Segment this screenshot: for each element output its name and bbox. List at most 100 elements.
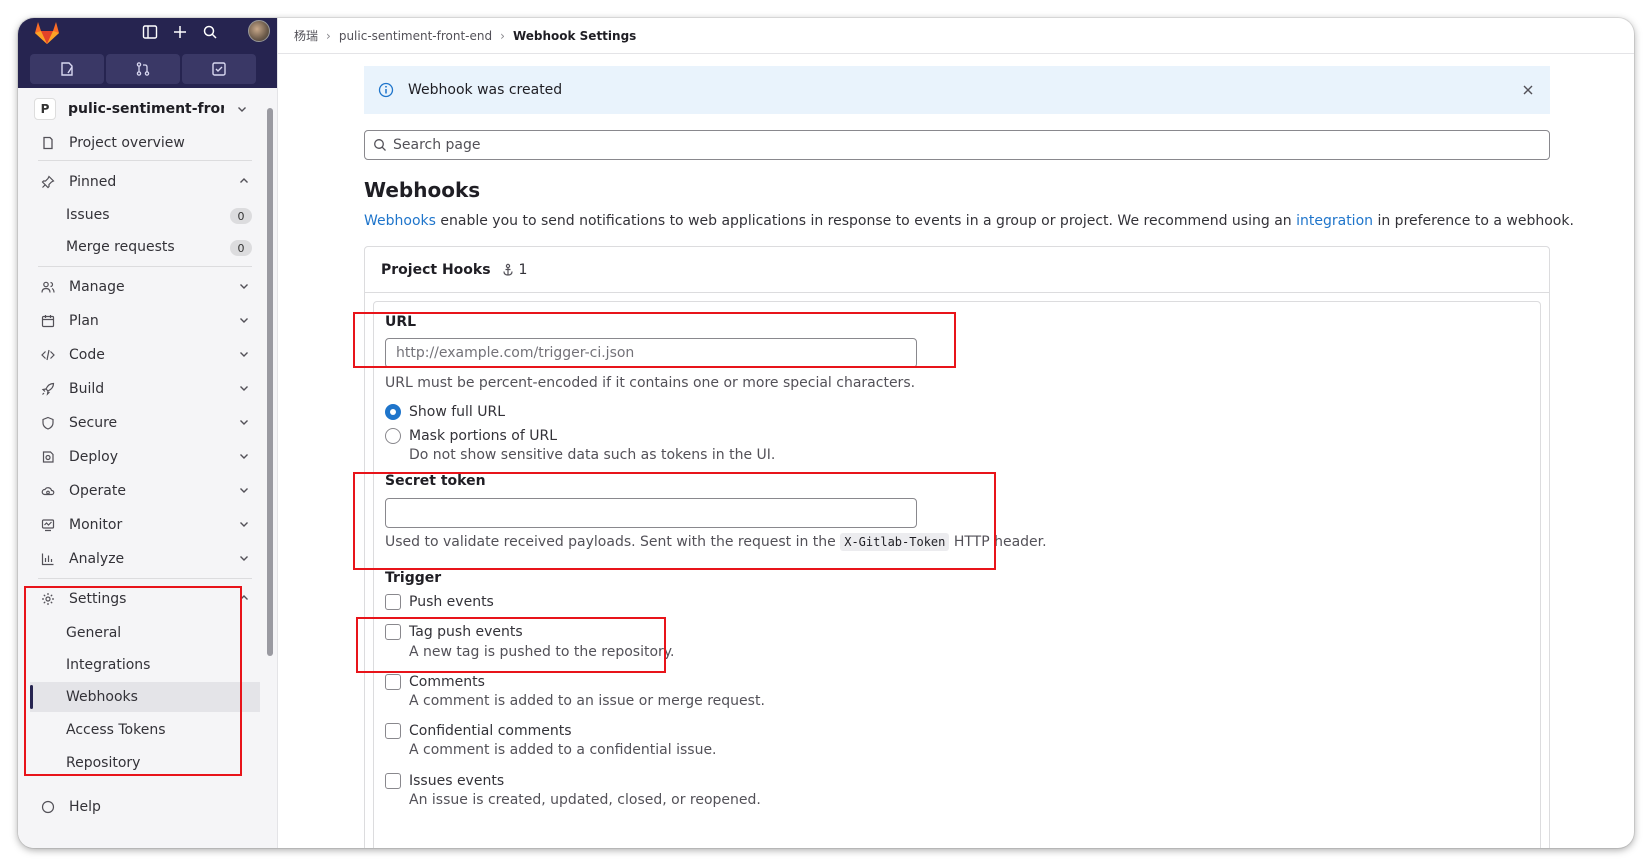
sidebar-item-build[interactable]: Build xyxy=(30,374,260,404)
info-icon xyxy=(378,82,394,98)
sidebar-item-label: Pinned xyxy=(69,174,117,190)
webhooks-docs-link[interactable]: Webhooks xyxy=(364,213,436,229)
count-badge: 0 xyxy=(230,208,252,224)
trigger-label: Push events xyxy=(409,594,494,610)
hook-count: 1 xyxy=(518,261,528,278)
highlight-annotation-settings xyxy=(24,586,242,776)
merge-request-icon xyxy=(136,62,150,76)
todos-shortcut-button[interactable] xyxy=(182,54,256,84)
checkbox[interactable] xyxy=(385,674,401,690)
checkbox[interactable] xyxy=(385,723,401,739)
divider xyxy=(38,266,252,267)
sidebar-item-label: Deploy xyxy=(69,449,119,465)
mask-help-text: Do not show sensitive data such as token… xyxy=(409,447,776,463)
search-icon[interactable] xyxy=(198,20,222,44)
sidebar-item-label: Help xyxy=(69,799,101,815)
search-input[interactable]: Search page xyxy=(364,130,1550,160)
chevron-down-icon xyxy=(240,420,248,425)
sidebar-toggle-icon[interactable] xyxy=(138,20,162,44)
sidebar-item-label: Plan xyxy=(69,313,99,329)
chevron-down-icon xyxy=(238,107,246,112)
chevron-down-icon xyxy=(240,284,248,289)
highlight-annotation-url xyxy=(353,312,956,368)
search-icon xyxy=(374,139,386,151)
project-badge: P xyxy=(34,98,56,120)
push-events-checkbox[interactable]: Push events xyxy=(385,594,494,610)
cloud-gear-icon xyxy=(38,481,58,501)
chevron-down-icon xyxy=(240,454,248,459)
radio-unchecked[interactable] xyxy=(385,428,401,444)
sidebar-section-pinned[interactable]: Pinned xyxy=(30,167,260,197)
plus-icon[interactable] xyxy=(168,20,192,44)
issues-events-checkbox[interactable]: Issues events xyxy=(385,773,504,789)
checkbox[interactable] xyxy=(385,594,401,610)
mask-url-option[interactable]: Mask portions of URL xyxy=(385,428,557,444)
sidebar-item-label: Merge requests xyxy=(66,239,175,255)
checkbox[interactable] xyxy=(385,773,401,789)
alert-text: Webhook was created xyxy=(408,82,563,98)
divider xyxy=(38,578,252,579)
card-title: Project Hooks xyxy=(381,261,491,278)
chevron-down-icon xyxy=(240,386,248,391)
highlight-annotation-secret-token xyxy=(353,472,996,570)
chevron-down-icon xyxy=(240,556,248,561)
card-header: Project Hooks 1 xyxy=(365,247,1549,293)
project-icon xyxy=(38,133,58,153)
description-text: in preference to a webhook. xyxy=(1373,213,1574,229)
browser-window: P pulic-sentiment-front... Project overv… xyxy=(18,18,1634,848)
integration-link[interactable]: integration xyxy=(1296,213,1373,229)
trigger-help-text: A comment is added to an issue or merge … xyxy=(409,693,765,709)
sidebar-item-issues[interactable]: Issues 0 xyxy=(30,200,260,230)
sidebar-scrollbar[interactable] xyxy=(267,108,273,656)
breadcrumb-current: Webhook Settings xyxy=(512,28,637,43)
webhook-form: URL http://example.com/trigger-ci.json U… xyxy=(373,301,1541,848)
sidebar-item-analyze[interactable]: Analyze xyxy=(30,544,260,574)
project-name: pulic-sentiment-front... xyxy=(68,101,224,117)
close-icon[interactable] xyxy=(1522,84,1534,96)
show-full-url-option[interactable]: Show full URL xyxy=(385,404,505,420)
trigger-label: Comments xyxy=(409,674,485,690)
description-text: enable you to send notifications to web … xyxy=(435,213,1297,229)
trigger-help-text: A comment is added to a confidential iss… xyxy=(409,742,717,758)
sidebar-item-merge-requests[interactable]: Merge requests 0 xyxy=(30,232,260,262)
todo-icon xyxy=(212,62,226,76)
sidebar-item-plan[interactable]: Plan xyxy=(30,306,260,336)
divider xyxy=(38,160,252,161)
sidebar-item-label: Issues xyxy=(66,207,110,223)
pin-icon xyxy=(38,172,58,192)
gitlab-logo-icon[interactable] xyxy=(32,20,62,46)
project-switcher[interactable]: P pulic-sentiment-front... xyxy=(30,92,262,126)
sidebar-item-monitor[interactable]: Monitor xyxy=(30,510,260,540)
sidebar-item-label: Secure xyxy=(69,415,118,431)
chevron-down-icon xyxy=(240,522,248,527)
sidebar-item-label: Monitor xyxy=(69,517,123,533)
confidential-comments-checkbox[interactable]: Confidential comments xyxy=(385,723,572,739)
issues-shortcut-button[interactable] xyxy=(30,54,104,84)
trigger-label: Trigger xyxy=(385,570,442,586)
breadcrumb-item[interactable]: pulic-sentiment-front-end xyxy=(339,29,492,43)
deploy-icon xyxy=(38,447,58,467)
trigger-help-text: An issue is created, updated, closed, or… xyxy=(409,792,761,808)
monitor-icon xyxy=(38,515,58,535)
sidebar-item-operate[interactable]: Operate xyxy=(30,476,260,506)
sidebar-item-project-overview[interactable]: Project overview xyxy=(30,128,260,158)
sidebar-item-manage[interactable]: Manage xyxy=(30,272,260,302)
calendar-icon xyxy=(38,311,58,331)
comments-checkbox[interactable]: Comments xyxy=(385,674,485,690)
chevron-up-icon xyxy=(240,178,248,183)
chevron-down-icon xyxy=(240,318,248,323)
breadcrumb-item[interactable]: 杨瑞 xyxy=(294,27,318,44)
sidebar-item-secure[interactable]: Secure xyxy=(30,408,260,438)
sidebar-item-deploy[interactable]: Deploy xyxy=(30,442,260,472)
user-avatar[interactable] xyxy=(248,20,270,42)
shield-icon xyxy=(38,413,58,433)
sidebar-item-label: Analyze xyxy=(69,551,125,567)
sidebar-item-help[interactable]: Help xyxy=(30,792,260,822)
success-alert: Webhook was created xyxy=(364,66,1550,114)
page-description: Webhooks enable you to send notification… xyxy=(364,213,1574,229)
sidebar-item-label: Project overview xyxy=(69,135,185,151)
sidebar-header xyxy=(18,18,277,88)
radio-checked[interactable] xyxy=(385,404,401,420)
sidebar-item-code[interactable]: Code xyxy=(30,340,260,370)
merge-requests-shortcut-button[interactable] xyxy=(106,54,180,84)
